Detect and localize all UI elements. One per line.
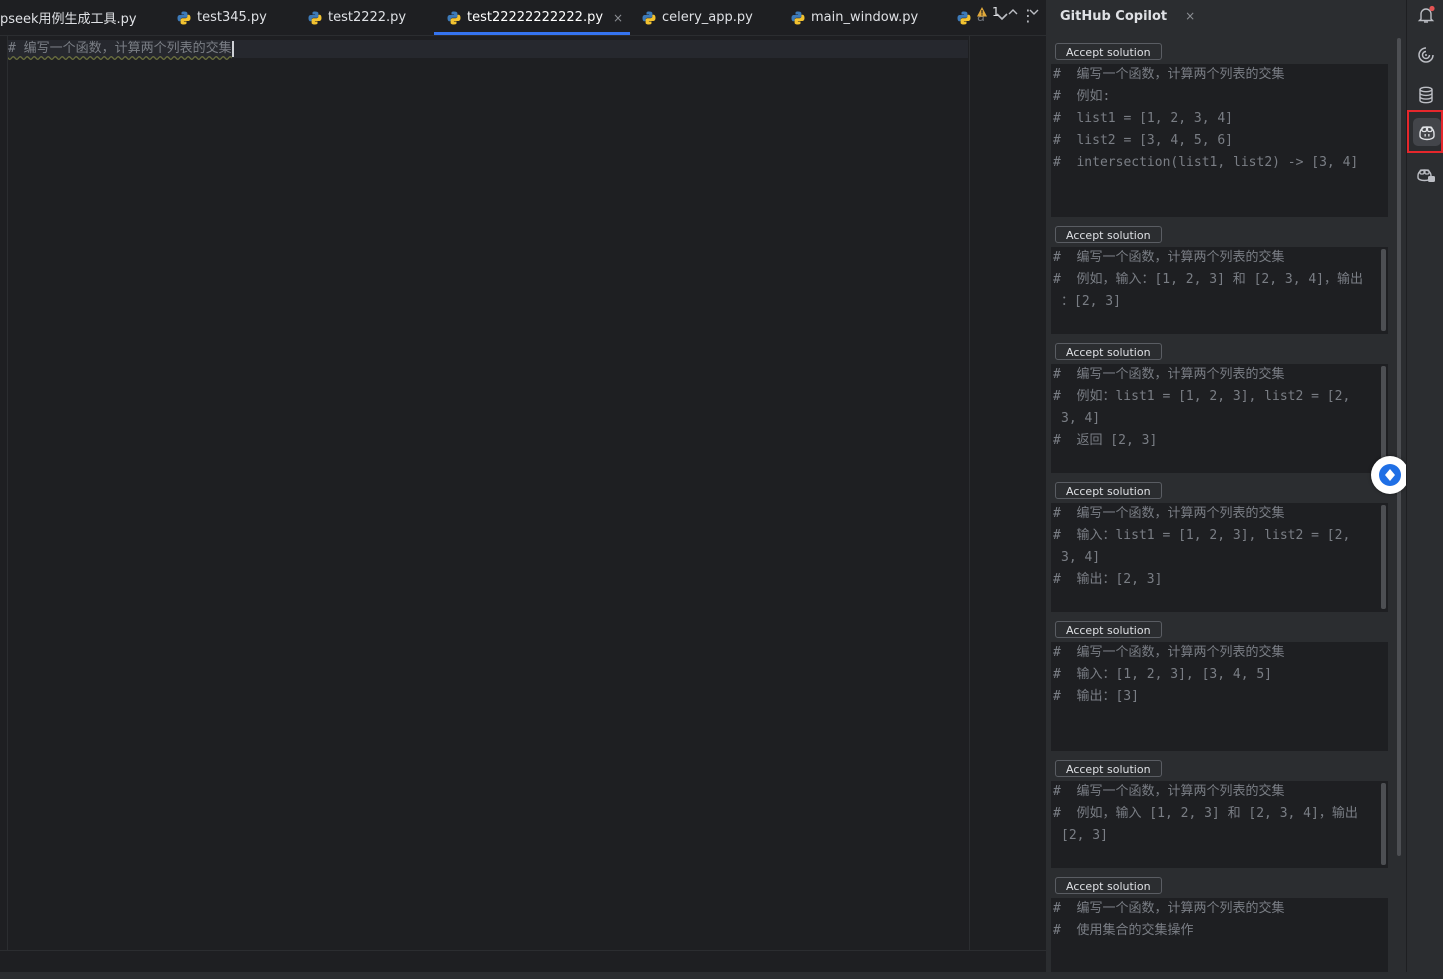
accept-solution-button[interactable]: Accept solution [1055, 343, 1162, 360]
code-line: # 输入：[1, 2, 3], [3, 4, 5] [1053, 667, 1273, 682]
code-line: 3, 4] [1061, 411, 1101, 426]
tab-label: pseek用例生成工具.py [0, 12, 137, 27]
copilot-tool-button[interactable] [1413, 118, 1441, 146]
editor-gutter [0, 36, 8, 950]
accept-solution-button[interactable]: Accept solution [1055, 482, 1162, 499]
ai-assistant-icon[interactable] [1416, 45, 1436, 65]
python-file-icon [957, 11, 971, 24]
code-line: # 输出：[3] [1053, 689, 1139, 704]
python-file-icon [642, 11, 656, 24]
code-line: # 例如，输入 [1, 2, 3] 和 [2, 3, 4]，输出 [1053, 806, 1358, 821]
copilot-header: GitHub Copilot × [1048, 0, 1406, 32]
solution-code: # 编写一个函数，计算两个列表的交集 # 例如：list1 = [1, 2, 3… [1051, 364, 1388, 473]
right-tool-strip [1406, 0, 1443, 972]
python-file-icon [447, 11, 461, 24]
scrollbar[interactable] [1381, 783, 1386, 865]
solution-code: # 编写一个函数，计算两个列表的交集 # 例如，输入 [1, 2, 3] 和 [… [1051, 781, 1388, 868]
close-icon[interactable]: × [1185, 9, 1195, 23]
warning-icon [977, 7, 987, 17]
code-line: # list2 = [3, 4, 5, 6] [1053, 133, 1234, 148]
tab-test345[interactable]: test345.py [176, 0, 267, 35]
code-line: # 使用集合的交集操作 [1053, 923, 1194, 938]
tab-main-window[interactable]: main_window.py [790, 0, 918, 35]
code-line: # intersection(list1, list2) -> [3, 4] [1053, 155, 1359, 170]
solution-code: # 编写一个函数，计算两个列表的交集 # 输入：list1 = [1, 2, 3… [1051, 503, 1388, 612]
code-line[interactable]: # 编写一个函数，计算两个列表的交集 [8, 40, 968, 58]
editor-bottom-bar [0, 950, 1046, 973]
code-line: # 例如: [1053, 89, 1111, 104]
panel-title: GitHub Copilot [1060, 8, 1168, 24]
code-line: # 编写一个函数，计算两个列表的交集 [1053, 67, 1285, 82]
accept-solution-button[interactable]: Accept solution [1055, 760, 1162, 777]
solution-code: # 编写一个函数，计算两个列表的交集 # 输入：[1, 2, 3], [3, 4… [1051, 642, 1388, 751]
tab-celery-app[interactable]: celery_app.py [641, 0, 753, 35]
tab-test2222[interactable]: test2222.py [307, 0, 406, 35]
accept-solution-button[interactable]: Accept solution [1055, 43, 1162, 60]
python-file-icon [177, 11, 191, 24]
chevron-down-icon[interactable] [1028, 6, 1040, 18]
code-comment: # 编写一个函数，计算两个列表的交集 [8, 41, 232, 56]
code-line: [2, 3] [1061, 828, 1108, 843]
editor-scrollbar-area [969, 36, 1047, 950]
database-icon[interactable] [1416, 85, 1436, 105]
notifications-icon[interactable] [1416, 5, 1436, 25]
tab-label: test2222.py [328, 10, 407, 25]
scrollbar[interactable] [1381, 249, 1386, 331]
floating-assistant-button[interactable] [1371, 456, 1409, 494]
status-bar [0, 972, 1443, 979]
solution-code: # 编写一个函数，计算两个列表的交集 # 例如: # list1 = [1, 2… [1051, 64, 1388, 217]
python-file-icon [791, 11, 805, 24]
tab-label: test345.py [197, 10, 267, 25]
solution-code: # 编写一个函数，计算两个列表的交集 # 例如，输入：[1, 2, 3] 和 [… [1051, 247, 1388, 334]
scrollbar[interactable] [1397, 38, 1401, 856]
code-line: # 输出：[2, 3] [1053, 572, 1163, 587]
code-line: ：[2, 3] [1061, 294, 1121, 309]
scrollbar[interactable] [1381, 505, 1386, 609]
code-line: # 编写一个函数，计算两个列表的交集 [1053, 645, 1285, 660]
tab-label: test22222222222.py [467, 10, 604, 25]
code-line: # 编写一个函数，计算两个列表的交集 [1053, 250, 1285, 265]
accept-solution-button[interactable]: Accept solution [1055, 621, 1162, 638]
tab-label: celery_app.py [662, 10, 753, 25]
python-file-icon [308, 11, 322, 24]
code-line: 3, 4] [1061, 550, 1101, 565]
code-line: # list1 = [1, 2, 3, 4] [1053, 111, 1234, 126]
copilot-icon [1419, 126, 1435, 141]
chevron-up-icon[interactable] [1007, 6, 1019, 18]
code-editor[interactable]: # 编写一个函数，计算两个列表的交集 [0, 36, 1046, 950]
inspection-count: 1 [992, 5, 1000, 19]
code-line: # 编写一个函数，计算两个列表的交集 [1053, 506, 1285, 521]
copilot-chat-icon[interactable] [1416, 165, 1436, 185]
tab-label: main_window.py [811, 10, 919, 25]
code-line: # 例如：list1 = [1, 2, 3], list2 = [2, [1053, 389, 1351, 404]
solution-code: # 编写一个函数，计算两个列表的交集 # 使用集合的交集操作 [1051, 898, 1388, 972]
text-caret [231, 40, 234, 57]
copilot-panel: GitHub Copilot × Accept solution # 编写一个函… [1048, 0, 1406, 972]
tab-test22222222222[interactable]: test22222222222.py × [434, 0, 630, 35]
code-line: # 编写一个函数，计算两个列表的交集 [1053, 367, 1285, 382]
code-line: # 返回 [2, 3] [1053, 433, 1158, 448]
close-tab-icon[interactable]: × [613, 11, 623, 25]
inspection-widget[interactable]: 1 [976, 5, 1000, 19]
code-line: # 输入：list1 = [1, 2, 3], list2 = [2, [1053, 528, 1351, 543]
code-line: # 例如，输入：[1, 2, 3] 和 [2, 3, 4]，输出 [1053, 272, 1364, 287]
code-line: # 编写一个函数，计算两个列表的交集 [1053, 901, 1285, 916]
assistant-bubble-icon [1379, 464, 1401, 486]
accept-solution-button[interactable]: Accept solution [1055, 226, 1162, 243]
editor-tab-bar: pseek用例生成工具.py test345.py test2222.py te… [0, 0, 1046, 36]
copilot-tool-highlight[interactable] [1407, 110, 1443, 153]
scrollbar[interactable] [1381, 366, 1386, 470]
accept-solution-button[interactable]: Accept solution [1055, 877, 1162, 894]
code-line: # 编写一个函数，计算两个列表的交集 [1053, 784, 1285, 799]
tab-pseek-tool[interactable]: pseek用例生成工具.py [0, 0, 137, 35]
